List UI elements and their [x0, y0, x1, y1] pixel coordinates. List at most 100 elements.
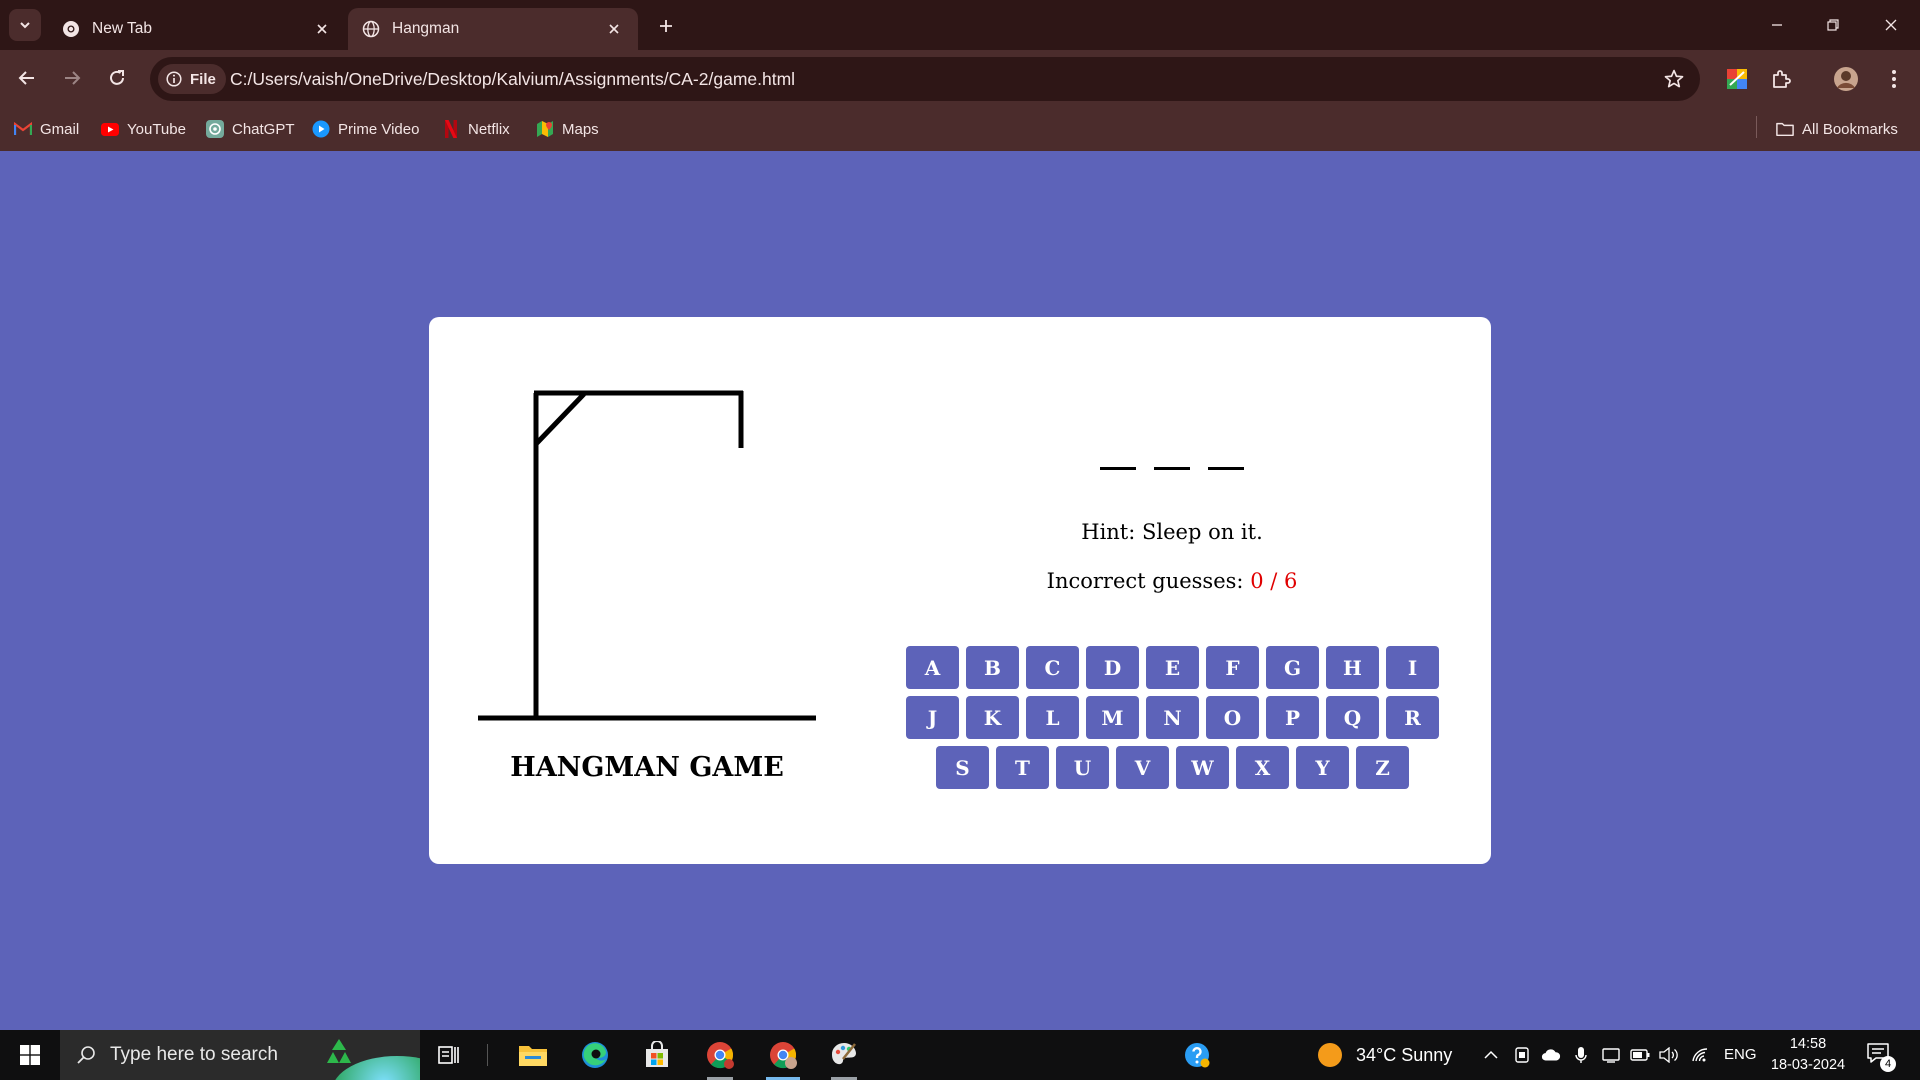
- gallows-brace: [534, 392, 586, 446]
- new-tab-button[interactable]: [652, 12, 680, 40]
- language-indicator[interactable]: ENG: [1724, 1046, 1757, 1063]
- meet-now-icon[interactable]: [1512, 1045, 1532, 1065]
- show-hidden-icons-button[interactable]: [1481, 1045, 1501, 1065]
- clock[interactable]: 14:58 18-03-2024: [1766, 1034, 1850, 1076]
- key-s[interactable]: S: [936, 746, 989, 789]
- key-w[interactable]: W: [1176, 746, 1229, 789]
- word-display: [1100, 445, 1244, 470]
- chevron-up-icon: [1484, 1050, 1498, 1059]
- key-p[interactable]: P: [1266, 696, 1319, 739]
- tab-title: New Tab: [92, 20, 153, 37]
- volume-icon[interactable]: [1659, 1045, 1679, 1065]
- search-icon: [77, 1046, 95, 1064]
- key-o[interactable]: O: [1206, 696, 1259, 739]
- maps-icon: [536, 120, 554, 138]
- game-title: HANGMAN GAME: [510, 752, 784, 783]
- key-l[interactable]: L: [1026, 696, 1079, 739]
- bookmark-label: Gmail: [40, 120, 80, 138]
- display-icon[interactable]: [1601, 1045, 1621, 1065]
- incorrect-guesses-label: Incorrect guesses:: [1046, 569, 1244, 593]
- site-info-label: File: [190, 70, 216, 88]
- chrome-icon: [707, 1042, 734, 1069]
- tab-new-tab[interactable]: New Tab: [48, 8, 346, 50]
- site-info-chip[interactable]: File: [158, 64, 226, 94]
- help-app[interactable]: [1170, 1030, 1224, 1080]
- close-window-button[interactable]: [1868, 8, 1914, 42]
- start-button[interactable]: [0, 1030, 60, 1080]
- minimize-button[interactable]: [1754, 8, 1800, 42]
- weather-widget[interactable]: 34°C Sunny: [1318, 1030, 1452, 1080]
- bookmarks-bar: Gmail YouTube ChatGPT Prime Video Netfli…: [0, 108, 1920, 151]
- task-view-button[interactable]: [422, 1030, 476, 1080]
- key-b[interactable]: B: [966, 646, 1019, 689]
- clock-date: 18-03-2024: [1770, 1057, 1846, 1073]
- file-explorer-app[interactable]: [506, 1030, 560, 1080]
- url-text[interactable]: C:/Users/vaish/OneDrive/Desktop/Kalvium/…: [230, 69, 795, 90]
- key-y[interactable]: Y: [1296, 746, 1349, 789]
- extensions-puzzle-icon[interactable]: [1767, 65, 1795, 93]
- key-k[interactable]: K: [966, 696, 1019, 739]
- key-u[interactable]: U: [1056, 746, 1109, 789]
- bookmark-prime-video[interactable]: Prime Video: [312, 115, 419, 143]
- wifi-icon[interactable]: [1690, 1045, 1710, 1065]
- globe-icon: [362, 20, 380, 38]
- more-menu-button[interactable]: [1880, 65, 1908, 93]
- back-button[interactable]: [10, 61, 44, 95]
- key-f[interactable]: F: [1206, 646, 1259, 689]
- onedrive-cloud-icon[interactable]: [1541, 1045, 1561, 1065]
- key-c[interactable]: C: [1026, 646, 1079, 689]
- chrome-app-profile-1[interactable]: [693, 1030, 747, 1080]
- incorrect-guesses-count: 0 / 6: [1250, 569, 1298, 593]
- reload-button[interactable]: [100, 61, 134, 95]
- key-q[interactable]: Q: [1326, 696, 1379, 739]
- address-bar[interactable]: File C:/Users/vaish/OneDrive/Desktop/Kal…: [150, 57, 1700, 101]
- key-x[interactable]: X: [1236, 746, 1289, 789]
- notification-count-badge: 4: [1880, 1056, 1896, 1072]
- bookmark-youtube[interactable]: YouTube: [101, 115, 186, 143]
- key-i[interactable]: I: [1386, 646, 1439, 689]
- microsoft-store-app[interactable]: [630, 1030, 684, 1080]
- key-r[interactable]: R: [1386, 696, 1439, 739]
- letter-slot: [1100, 445, 1136, 470]
- key-g[interactable]: G: [1266, 646, 1319, 689]
- key-v[interactable]: V: [1116, 746, 1169, 789]
- key-n[interactable]: N: [1146, 696, 1199, 739]
- taskbar-search[interactable]: Type here to search: [60, 1030, 420, 1080]
- tab-search-button[interactable]: [9, 9, 41, 41]
- all-bookmarks-button[interactable]: All Bookmarks: [1776, 115, 1898, 143]
- help-icon: [1185, 1043, 1210, 1068]
- hint-text: Hint: Sleep on it.: [1081, 520, 1263, 544]
- close-tab-icon[interactable]: [312, 19, 332, 39]
- reload-icon: [110, 70, 124, 85]
- restore-button[interactable]: [1810, 8, 1856, 42]
- microphone-icon[interactable]: [1571, 1045, 1591, 1065]
- battery-icon[interactable]: [1630, 1045, 1650, 1065]
- forward-button[interactable]: [55, 61, 89, 95]
- sunny-weather-icon: [1318, 1043, 1342, 1067]
- kebab-menu-icon: [1892, 70, 1896, 88]
- bookmark-chatgpt[interactable]: ChatGPT: [206, 115, 295, 143]
- edge-app[interactable]: [568, 1030, 622, 1080]
- paint-app[interactable]: [817, 1030, 871, 1080]
- key-j[interactable]: J: [906, 696, 959, 739]
- info-icon: [166, 71, 182, 87]
- extension-colorful-icon[interactable]: [1723, 65, 1751, 93]
- profile-avatar[interactable]: [1832, 65, 1860, 93]
- key-a[interactable]: A: [906, 646, 959, 689]
- key-m[interactable]: M: [1086, 696, 1139, 739]
- bookmark-star-button[interactable]: [1662, 67, 1686, 91]
- minimize-icon: [1772, 24, 1782, 26]
- bookmark-gmail[interactable]: Gmail: [14, 115, 79, 143]
- close-tab-icon[interactable]: [604, 19, 624, 39]
- chrome-app-profile-2[interactable]: [756, 1030, 810, 1080]
- bookmark-netflix[interactable]: Netflix: [442, 115, 510, 143]
- key-t[interactable]: T: [996, 746, 1049, 789]
- bookmark-maps[interactable]: Maps: [536, 115, 599, 143]
- key-d[interactable]: D: [1086, 646, 1139, 689]
- folder-icon: [1776, 120, 1794, 138]
- notifications-button[interactable]: 4: [1866, 1042, 1896, 1072]
- key-e[interactable]: E: [1146, 646, 1199, 689]
- tab-hangman[interactable]: Hangman: [348, 8, 638, 50]
- key-h[interactable]: H: [1326, 646, 1379, 689]
- key-z[interactable]: Z: [1356, 746, 1409, 789]
